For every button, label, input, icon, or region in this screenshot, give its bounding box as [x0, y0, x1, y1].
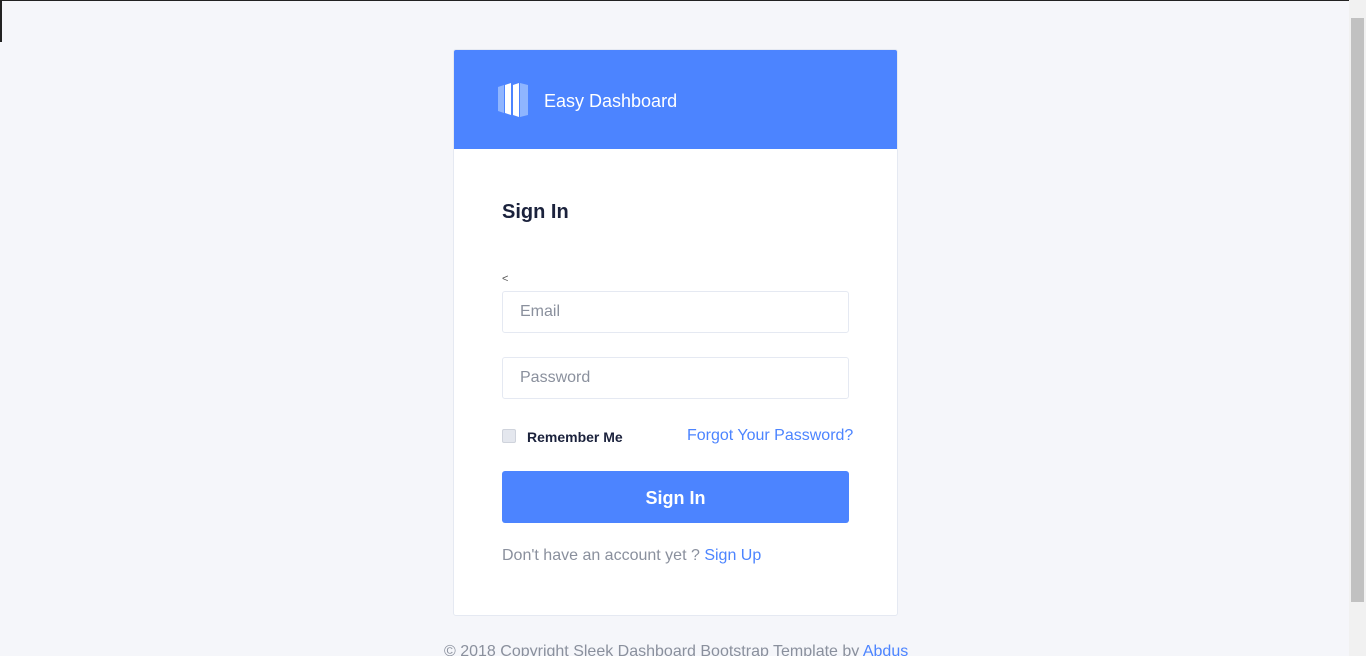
card-header: Easy Dashboard [454, 50, 897, 149]
footer-copyright: © 2018 Copyright Sleek Dashboard Bootstr… [444, 643, 860, 656]
forgot-password-link[interactable]: Forgot Your Password? [687, 427, 853, 445]
password-field[interactable] [502, 357, 849, 399]
remember-me-label[interactable]: Remember Me [527, 429, 623, 445]
scrollbar[interactable] [1349, 0, 1366, 656]
logo-bars-icon [498, 83, 528, 117]
window-top-border [0, 0, 1349, 1]
window-left-border [0, 0, 2, 42]
remember-me-checkbox[interactable] [502, 429, 516, 443]
sign-up-link[interactable]: Sign Up [704, 547, 761, 564]
footer-author-link[interactable]: Abdus [863, 643, 908, 656]
sign-in-button[interactable]: Sign In [502, 471, 849, 523]
page: Easy Dashboard Sign In < Remember Me For… [0, 0, 1366, 656]
signup-prompt-text: Don't have an account yet ? [502, 547, 700, 564]
brand-name: Easy Dashboard [544, 91, 678, 111]
scrollbar-thumb[interactable] [1351, 18, 1364, 602]
signup-prompt: Don't have an account yet ? Sign Up [502, 547, 761, 565]
stray-character: < [502, 273, 509, 285]
login-card: Easy Dashboard Sign In < Remember Me For… [453, 49, 898, 616]
page-title: Sign In [502, 201, 569, 223]
email-field[interactable] [502, 291, 849, 333]
footer: © 2018 Copyright Sleek Dashboard Bootstr… [444, 643, 908, 656]
